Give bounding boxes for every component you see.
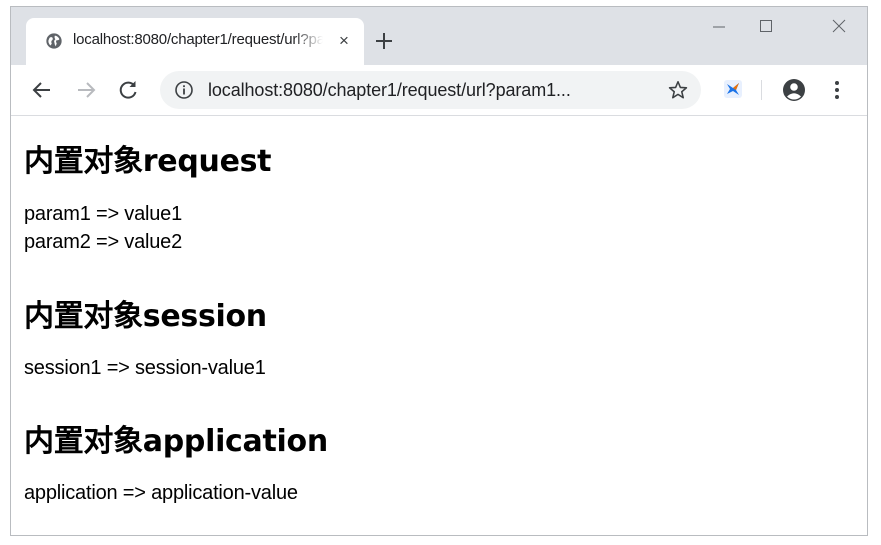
star-icon[interactable] [667,79,689,101]
tab-close-button[interactable]: × [335,32,353,50]
address-bar[interactable]: localhost:8080/chapter1/request/url?para… [160,71,701,109]
globe-icon [46,33,62,49]
forward-arrow-icon[interactable] [73,77,99,103]
page-content: 内置对象request param1 => value1 param2 => v… [11,116,867,535]
back-arrow-icon[interactable] [29,77,55,103]
info-icon[interactable] [174,80,194,100]
tab-strip: localhost:8080/chapter1/request/url?para… [11,7,867,65]
plus-icon[interactable] [371,28,397,54]
request-param2-line: param2 => value2 [24,231,183,253]
profile-icon[interactable] [781,77,807,103]
minimize-icon[interactable] [699,15,739,37]
maximize-icon[interactable] [746,15,786,37]
browser-toolbar: localhost:8080/chapter1/request/url?para… [11,65,867,116]
section-heading-application: 内置对象application [24,424,328,459]
reload-icon[interactable] [115,77,141,103]
browser-tab[interactable]: localhost:8080/chapter1/request/url?para… [26,18,364,65]
browser-window: localhost:8080/chapter1/request/url?para… [10,6,868,536]
toolbar-divider [761,80,762,100]
close-icon[interactable] [819,15,859,37]
request-param1-line: param1 => value1 [24,203,183,225]
session-value-line: session1 => session-value1 [24,357,266,379]
section-heading-request: 内置对象request [24,144,272,179]
application-value-line: application => application-value [24,482,298,504]
extension-icon[interactable] [723,79,743,99]
tab-title: localhost:8080/chapter1/request/url?para… [73,31,323,48]
address-bar-url[interactable]: localhost:8080/chapter1/request/url?para… [208,80,571,101]
section-heading-session: 内置对象session [24,299,267,334]
more-menu-icon[interactable] [831,78,843,102]
